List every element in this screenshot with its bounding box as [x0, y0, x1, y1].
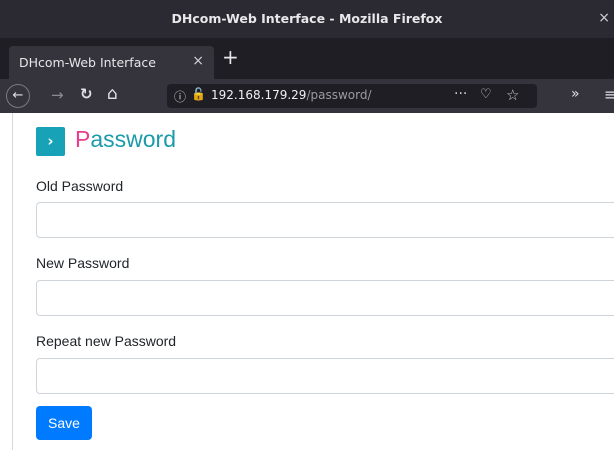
- window-close-icon[interactable]: ×: [598, 10, 610, 26]
- window-title: DHcom-Web Interface - Mozilla Firefox: [171, 11, 443, 26]
- tab-label: DHcom-Web Interface: [19, 55, 156, 70]
- navigation-toolbar: ← → ↻ ⌂ ⓘ 🔓 192.168.179.29/password/ ···…: [0, 79, 614, 113]
- old-password-field[interactable]: [36, 202, 614, 238]
- tab-bar: DHcom-Web Interface ×: [0, 38, 614, 79]
- bookmark-star-icon[interactable]: ☆: [506, 86, 519, 104]
- repeat-password-field[interactable]: [36, 358, 614, 394]
- site-info-icon[interactable]: ⓘ: [174, 88, 186, 105]
- url-path: /password/: [306, 88, 372, 102]
- home-icon[interactable]: ⌂: [107, 84, 118, 104]
- page-actions-icon[interactable]: ···: [454, 86, 467, 102]
- window-titlebar: DHcom-Web Interface - Mozilla Firefox ×: [0, 0, 614, 38]
- url-host: 192.168.179.29: [211, 88, 307, 102]
- page-title: Password: [75, 126, 176, 153]
- overflow-menu-icon[interactable]: »: [571, 86, 580, 102]
- pocket-icon[interactable]: ♡: [480, 87, 492, 102]
- save-button[interactable]: Save: [36, 406, 92, 440]
- new-password-field[interactable]: [36, 280, 614, 316]
- page-title-rest: assword: [90, 126, 176, 152]
- page-title-initial: P: [75, 126, 91, 152]
- chevron-right-icon[interactable]: ›: [36, 127, 65, 156]
- tab-close-icon[interactable]: ×: [192, 53, 204, 69]
- new-password-label: New Password: [36, 255, 130, 271]
- hamburger-menu-icon[interactable]: ≡: [604, 85, 614, 104]
- forward-icon[interactable]: →: [51, 86, 64, 104]
- new-tab-icon[interactable]: +: [222, 47, 239, 67]
- insecure-connection-icon: 🔓: [191, 87, 206, 101]
- back-icon[interactable]: ←: [6, 84, 30, 108]
- old-password-label: Old Password: [36, 178, 124, 194]
- url-text[interactable]: 192.168.179.29/password/: [211, 88, 372, 102]
- url-bar[interactable]: ⓘ 🔓 192.168.179.29/password/ ··· ♡ ☆: [167, 84, 537, 108]
- reload-icon[interactable]: ↻: [80, 85, 93, 103]
- tab-dhcom-web-interface[interactable]: DHcom-Web Interface ×: [9, 46, 214, 79]
- page-content: › Password Old Password New Password Rep…: [12, 113, 614, 450]
- repeat-password-label: Repeat new Password: [36, 333, 177, 349]
